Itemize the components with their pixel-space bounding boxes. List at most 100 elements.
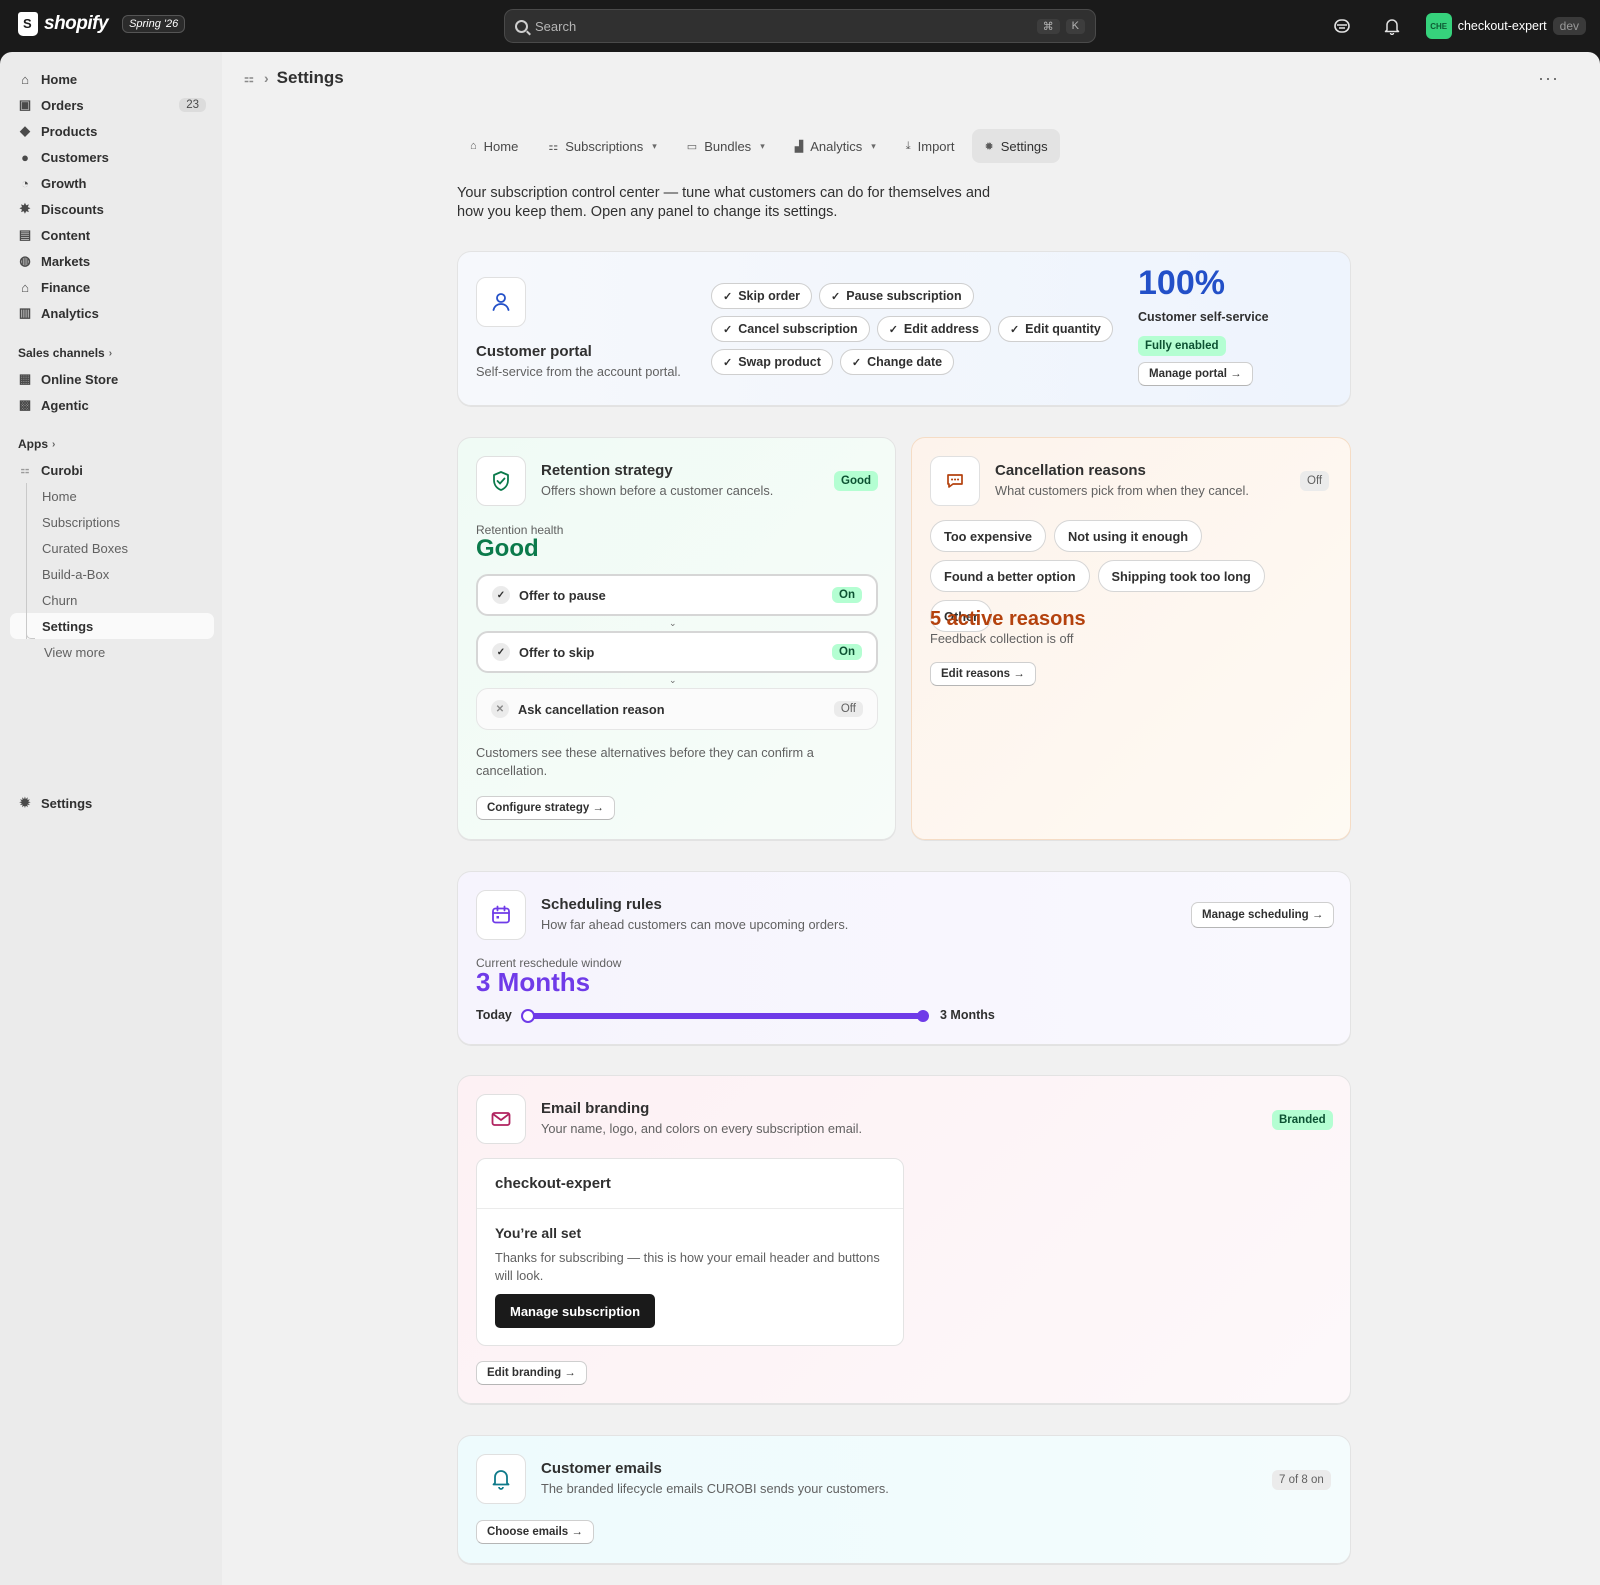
tab-home[interactable]: ⌂ Home [458,129,530,163]
portal-status-badge: Fully enabled [1138,336,1226,356]
tab-bundles[interactable]: ▭ Bundles ▾ [675,129,777,163]
store-switcher[interactable]: CHE checkout-expert dev [1425,13,1586,39]
sidebar-item-label: Discounts [41,201,104,217]
gear-icon: ✹ [19,795,31,810]
slider-start-handle[interactable] [521,1009,535,1023]
search-icon [515,19,528,33]
offer-step[interactable]: ✓ Offer to pause On [476,574,878,616]
pill-label: Edit address [903,322,979,336]
sidebar-item-settings[interactable]: ✹ Settings [10,790,214,816]
feedback-status: Feedback collection is off [930,631,1074,646]
search-input[interactable]: Search ⌘ K [504,9,1096,43]
offer-step[interactable]: ✕ Ask cancellation reason Off [476,688,878,730]
analytics-icon: ▟ [794,140,804,153]
pill-label: Cancel subscription [738,322,858,336]
app-subnav-curated-boxes[interactable]: Curated Boxes [10,535,214,561]
customer-portal-card: Customer portal Self-service from the ac… [457,251,1351,406]
tab-analytics[interactable]: ▟ Analytics ▾ [783,129,888,163]
app-subnav-churn[interactable]: Churn [10,587,214,613]
view-more-link[interactable]: View more [10,639,214,665]
message-icon [930,456,980,506]
sidebar-item-content[interactable]: ▤ Content [10,222,214,248]
app-subnav-build-a-box[interactable]: Build-a-Box [10,561,214,587]
apps-label: Apps [18,437,48,451]
envelope-icon [476,1094,526,1144]
offer-label: Offer to skip [519,644,595,660]
orders-count: 23 [179,98,206,112]
tab-label: Settings [1000,138,1048,154]
retention-title: Retention strategy [541,462,673,479]
sidebar-item-label: Products [41,123,98,139]
app-nav: ⚏ Curobi [0,457,222,483]
keyboard-shortcut: ⌘ K [1036,18,1085,34]
manage-portal-button[interactable]: Manage portal → [1138,362,1253,386]
email-preview-button: Manage subscription [495,1294,656,1328]
slider-end-handle[interactable] [917,1010,929,1022]
bell-icon[interactable] [1376,10,1408,42]
sidebar-item-agentic[interactable]: ▩ Agentic [10,392,214,418]
pill-label: Change date [867,355,943,369]
tab-import[interactable]: ⤓ Import [894,129,967,163]
edit-branding-button[interactable]: Edit branding → [476,1361,587,1385]
tab-subscriptions[interactable]: ⚏ Subscriptions ▾ [536,129,668,163]
sidebar-item-label: Analytics [41,305,99,321]
scheduling-title: Scheduling rules [541,896,662,913]
tag-icon: ◆ [20,123,30,138]
sidebar-item-discounts[interactable]: ✸ Discounts [10,196,214,222]
edition-badge[interactable]: Spring '26 [122,15,186,33]
retention-note: Customers see these alternatives before … [476,745,814,778]
branding-title: Email branding [541,1100,650,1117]
sidebar-item-customers[interactable]: ● Customers [10,144,214,170]
app-icon[interactable]: ⚏ [244,72,256,85]
sidebar-item-home[interactable]: ⌂ Home [10,66,214,92]
tab-label: Analytics [810,138,863,154]
channels-nav: ▦ Online Store ▩ Agentic [0,366,222,418]
box-icon: ▭ [686,140,698,153]
sidebar-item-markets[interactable]: ◍ Markets [10,248,214,274]
portal-action-pill: ✓ Change date [839,349,955,375]
sidekick-icon[interactable] [1326,10,1358,42]
sidebar-item-label: Growth [41,175,87,191]
sidebar-item-analytics[interactable]: ▥ Analytics [10,300,214,326]
sales-channels-label: Sales channels [18,346,105,360]
sidebar-item-label: Agentic [41,397,89,413]
tab-label: Bundles [704,138,752,154]
choose-emails-button[interactable]: Choose emails → [476,1520,594,1544]
app-subnav-settings[interactable]: Settings [10,613,214,639]
tab-settings[interactable]: ✹ Settings [972,129,1060,163]
range-start-label: Today [476,1008,512,1022]
edit-reasons-button[interactable]: Edit reasons → [930,662,1036,686]
sidebar-item-curobi[interactable]: ⚏ Curobi [10,457,214,483]
shield-icon [476,456,526,506]
app-subnav-home[interactable]: Home [10,483,214,509]
sidebar-item-finance[interactable]: ⌂ Finance [10,274,214,300]
discount-icon: ✸ [19,201,31,216]
check-icon: ✓ [831,290,841,303]
sales-channels-header[interactable]: Sales channels › [0,340,222,366]
portal-percent-label: Customer self-service [1138,310,1269,324]
portal-action-pill: ✓ Cancel subscription [711,316,870,342]
emails-subtitle: The branded lifecycle emails CUROBI send… [541,1481,889,1496]
portal-title: Customer portal [476,343,592,360]
agentic-icon: ▩ [18,397,32,412]
sidebar-item-label: Customers [41,149,109,165]
app-subnav-subscriptions[interactable]: Subscriptions [10,509,214,535]
more-actions-icon[interactable]: ··· [1538,68,1559,89]
apps-header[interactable]: Apps › [0,431,222,457]
check-icon: ✓ [723,356,733,369]
shopify-logo[interactable]: shopify Spring '26 [18,12,186,36]
portal-percent: 100% [1138,264,1225,302]
sidebar-item-label: Orders [41,97,84,113]
manage-scheduling-button[interactable]: Manage scheduling → [1191,902,1335,928]
configure-strategy-button[interactable]: Configure strategy → [476,796,615,820]
sidebar-item-products[interactable]: ◆ Products [10,118,214,144]
tab-label: Home [483,138,519,154]
offer-step[interactable]: ✓ Offer to skip On [476,631,878,673]
store-icon: ▦ [18,371,32,386]
retention-health-value: Good [476,535,539,562]
sidebar-item-online-store[interactable]: ▦ Online Store [10,366,214,392]
sidebar-item-orders[interactable]: ▣ Orders 23 [10,92,214,118]
sidebar-item-growth[interactable]: ◔ Growth [10,170,214,196]
portal-action-pill: ✓ Edit quantity [997,316,1113,342]
reschedule-slider-track[interactable] [528,1013,924,1019]
